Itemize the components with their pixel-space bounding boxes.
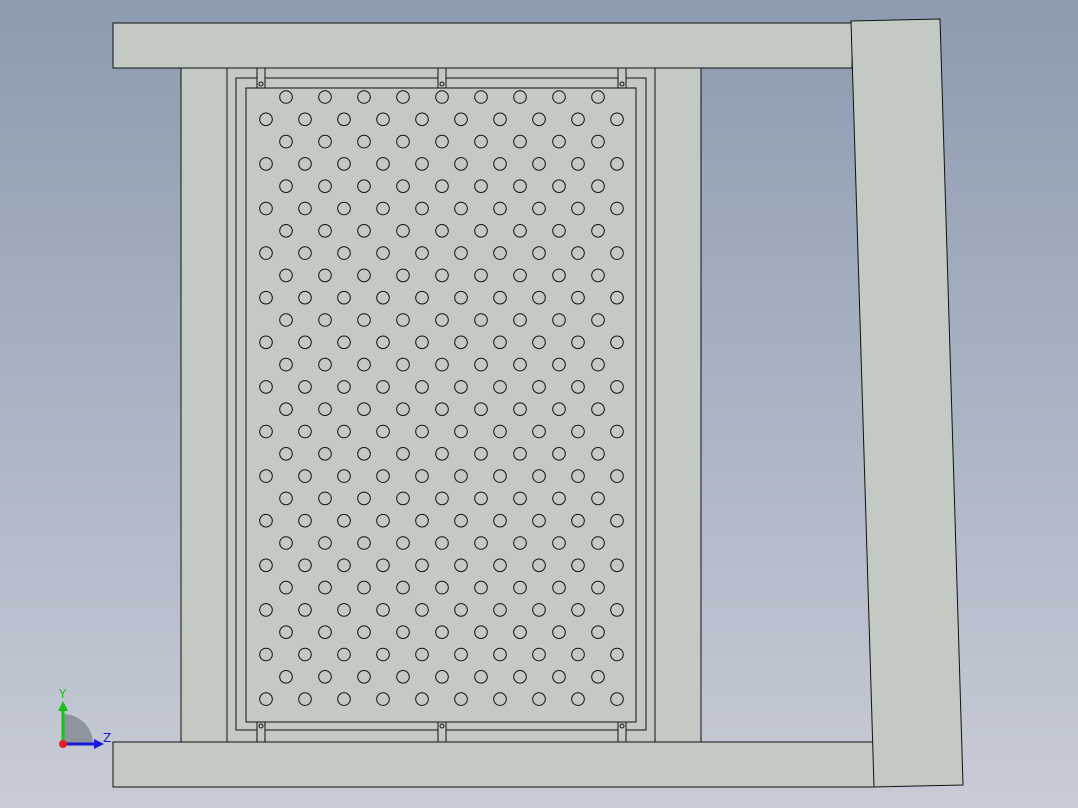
- mounting-bracket: [437, 721, 447, 743]
- mounting-bracket: [437, 67, 447, 89]
- model-view[interactable]: [0, 0, 1078, 808]
- bottom-beam[interactable]: [112, 741, 875, 788]
- axis-triad: Y Z: [50, 685, 120, 755]
- z-axis-label: Z: [103, 731, 112, 745]
- perforated-plate[interactable]: [245, 87, 637, 723]
- right-post-outer[interactable]: [654, 67, 702, 743]
- mounting-bracket: [256, 67, 266, 89]
- left-post-outer[interactable]: [180, 67, 228, 743]
- graphics-viewport[interactable]: Y Z: [0, 0, 1078, 808]
- tilted-side-panel[interactable]: [850, 18, 964, 788]
- mounting-bracket: [617, 67, 627, 89]
- mounting-bracket: [617, 721, 627, 743]
- y-axis-arrowhead: [58, 701, 68, 711]
- mounting-bracket: [256, 721, 266, 743]
- triad-quadrant: [63, 714, 93, 744]
- triad-origin: [59, 740, 67, 748]
- top-beam[interactable]: [112, 22, 853, 69]
- y-axis-label: Y: [59, 687, 67, 701]
